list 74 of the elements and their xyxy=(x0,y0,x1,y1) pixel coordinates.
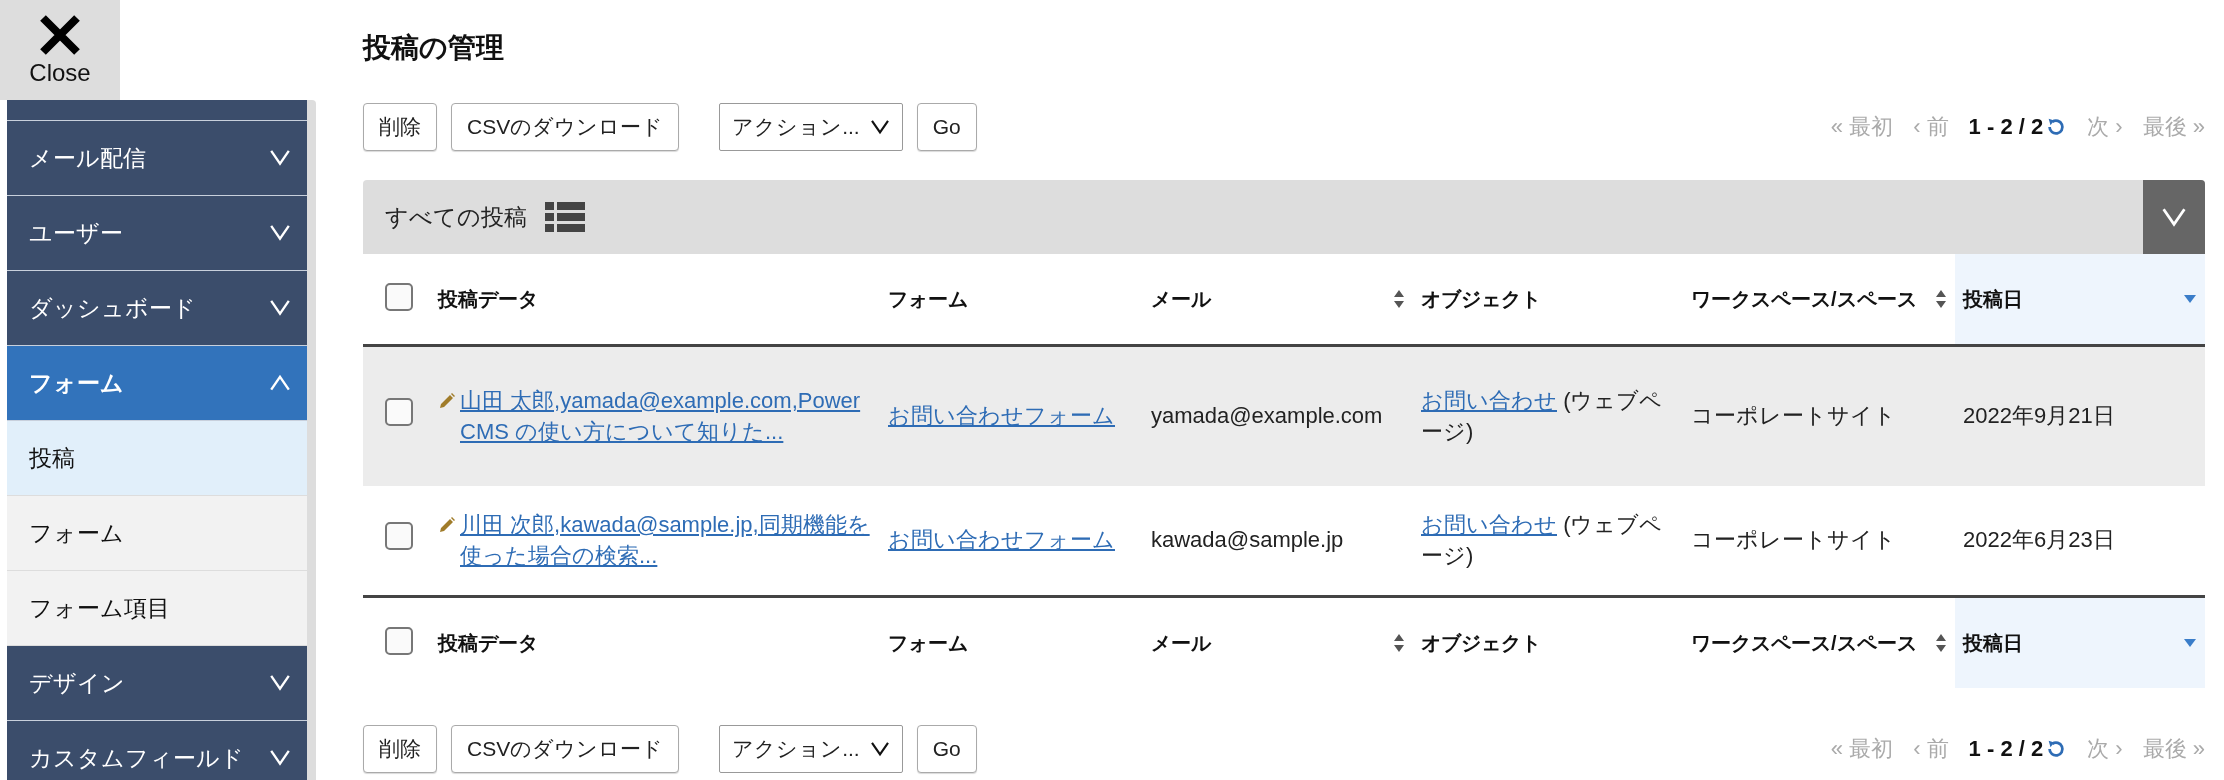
delete-button[interactable]: 削除 xyxy=(363,103,437,151)
chevron-down-icon xyxy=(269,224,291,242)
submenu-item[interactable]: 投稿 xyxy=(7,421,307,496)
object-link[interactable]: お問い合わせ xyxy=(1421,387,1557,413)
sort-descending-icon[interactable] xyxy=(2183,638,2197,648)
form-link[interactable]: お問い合わせフォーム xyxy=(888,403,1115,429)
column-header[interactable]: メール xyxy=(1143,254,1413,346)
row-checkbox[interactable] xyxy=(385,398,413,427)
chevron-down-icon xyxy=(869,741,890,757)
object-text: お問い合わせ (ウェブページ) xyxy=(1421,386,1664,446)
column-header: オブジェクト xyxy=(1413,596,1683,688)
chevron-down-icon xyxy=(2161,206,2187,228)
go-button[interactable]: Go xyxy=(916,103,977,151)
close-button[interactable]: Close xyxy=(0,0,120,100)
sidebar-item[interactable]: フォーム xyxy=(7,346,307,421)
sort-icon[interactable] xyxy=(1393,633,1405,653)
download-button[interactable]: CSVのダウンロード xyxy=(451,725,680,773)
email-cell: yamada@example.com xyxy=(1143,345,1413,486)
select-all-checkbox[interactable] xyxy=(385,282,413,311)
download-button[interactable]: CSVのダウンロード xyxy=(451,103,680,151)
submenu-item[interactable]: フォーム項目 xyxy=(7,571,307,646)
page-range: 1 - 2 / 2 xyxy=(1968,114,2044,140)
column-header[interactable]: 投稿日 xyxy=(1955,254,2205,346)
pencil-icon xyxy=(438,391,456,410)
column-header: フォーム xyxy=(880,254,1143,346)
column-header[interactable]: 投稿日 xyxy=(1955,596,2205,688)
row-checkbox[interactable] xyxy=(385,522,413,551)
chevron-down-icon xyxy=(869,119,890,135)
sidebar-item[interactable] xyxy=(7,100,307,121)
column-header: フォーム xyxy=(880,596,1143,688)
sort-icon[interactable] xyxy=(1935,289,1947,309)
list-icon[interactable] xyxy=(545,202,585,232)
chevron-down-icon xyxy=(269,299,291,317)
column-header[interactable]: メール xyxy=(1143,596,1413,688)
column-header: オブジェクト xyxy=(1413,254,1683,346)
delete-button[interactable]: 削除 xyxy=(363,725,437,773)
chevron-down-icon xyxy=(269,149,291,167)
sort-descending-icon[interactable] xyxy=(2183,294,2197,304)
column-header[interactable]: ワークスペース/スペース xyxy=(1683,596,1955,688)
select-all-checkbox[interactable] xyxy=(385,626,413,655)
post-link[interactable]: 川田 次郎,kawada@sample.jp,同期機能を使った場合の検索... xyxy=(460,509,872,572)
column-header: 投稿データ xyxy=(430,596,880,688)
sidebar-item[interactable]: ユーザー xyxy=(7,196,307,271)
workspace-cell: コーポレートサイト xyxy=(1683,486,1955,597)
sidebar-item[interactable]: メール配信 xyxy=(7,121,307,196)
date-cell: 2022年9月21日 xyxy=(1955,345,2205,486)
post-link[interactable]: 山田 太郎,yamada@example.com,PowerCMS の使い方について知りた... xyxy=(460,385,872,448)
sidebar-item[interactable]: ダッシュボード xyxy=(7,271,307,346)
column-header[interactable]: ワークスペース/スペース xyxy=(1683,254,1955,346)
chevron-down-icon xyxy=(269,674,291,692)
object-link[interactable]: お問い合わせ xyxy=(1421,511,1557,537)
page-title: 投稿の管理 xyxy=(363,31,505,65)
chevron-up-icon xyxy=(269,374,291,392)
email-cell: kawada@sample.jp xyxy=(1143,486,1413,597)
sort-icon[interactable] xyxy=(1935,633,1947,653)
submenu-item[interactable]: フォーム xyxy=(7,496,307,571)
action-select[interactable]: アクション... xyxy=(719,725,903,773)
sidebar-item[interactable]: カスタムフィールド xyxy=(7,721,307,780)
scrollbar[interactable] xyxy=(307,100,316,780)
expand-button[interactable] xyxy=(2143,180,2205,254)
workspace-cell: コーポレートサイト xyxy=(1683,345,1955,486)
pencil-icon xyxy=(438,515,456,534)
sort-icon[interactable] xyxy=(1393,289,1405,309)
form-link[interactable]: お問い合わせフォーム xyxy=(888,527,1115,553)
action-select[interactable]: アクション... xyxy=(719,103,903,151)
chevron-down-icon xyxy=(269,749,291,767)
close-icon xyxy=(38,13,82,57)
sidebar-item[interactable]: デザイン xyxy=(7,646,307,721)
filter-label: すべての投稿 xyxy=(385,202,527,232)
object-text: お問い合わせ (ウェブページ) xyxy=(1421,510,1664,570)
page-range: 1 - 2 / 2 xyxy=(1968,736,2044,762)
date-cell: 2022年6月23日 xyxy=(1955,486,2205,597)
go-button[interactable]: Go xyxy=(916,725,977,773)
column-header: 投稿データ xyxy=(430,254,880,346)
